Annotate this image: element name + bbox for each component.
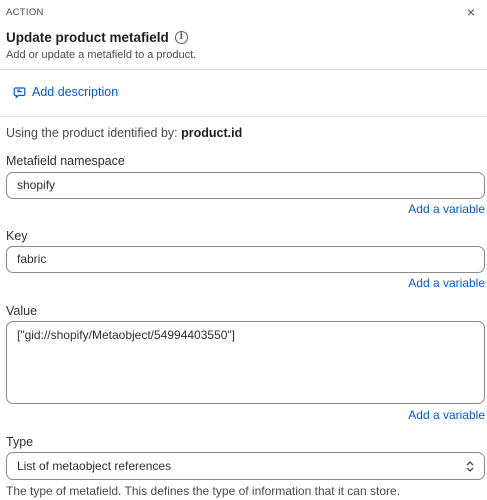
type-help-text: The type of metafield. This defines the …	[6, 484, 400, 498]
page-subtitle: Add or update a metafield to a product.	[6, 49, 197, 61]
page-title: Update product metafield	[6, 30, 169, 45]
type-label: Type	[6, 435, 34, 449]
namespace-add-variable-link[interactable]: Add a variable	[408, 202, 485, 216]
info-icon[interactable]: i	[174, 31, 188, 44]
type-select-value: List of metaobject references	[17, 459, 172, 473]
key-add-variable-link[interactable]: Add a variable	[408, 276, 485, 290]
value-add-variable-link[interactable]: Add a variable	[408, 408, 485, 422]
title-row: Update product metafield i	[6, 30, 188, 45]
value-textarea[interactable]: ["gid://shopify/Metaobject/54994403550"]	[6, 321, 485, 404]
panel-header: ACTION × Update product metafield i Add …	[0, 0, 487, 70]
section-kicker: ACTION	[6, 7, 44, 18]
context-prefix: Using the product identified by:	[6, 126, 178, 140]
namespace-label: Metafield namespace	[6, 154, 125, 168]
key-label: Key	[6, 229, 28, 243]
key-field[interactable]: fabric	[6, 246, 485, 273]
add-description-button[interactable]: Add description	[13, 85, 118, 99]
value-label: Value	[6, 304, 38, 318]
description-section: Add description	[0, 71, 487, 117]
type-select[interactable]: List of metaobject references	[6, 452, 485, 480]
namespace-field[interactable]: shopify	[6, 172, 485, 199]
comment-edit-icon	[13, 86, 26, 99]
context-identifier: product.id	[181, 126, 243, 140]
close-icon[interactable]: ×	[464, 5, 478, 19]
add-description-label: Add description	[32, 85, 119, 99]
context-line: Using the product identified by: product…	[6, 126, 242, 140]
select-arrows-icon	[466, 461, 474, 472]
